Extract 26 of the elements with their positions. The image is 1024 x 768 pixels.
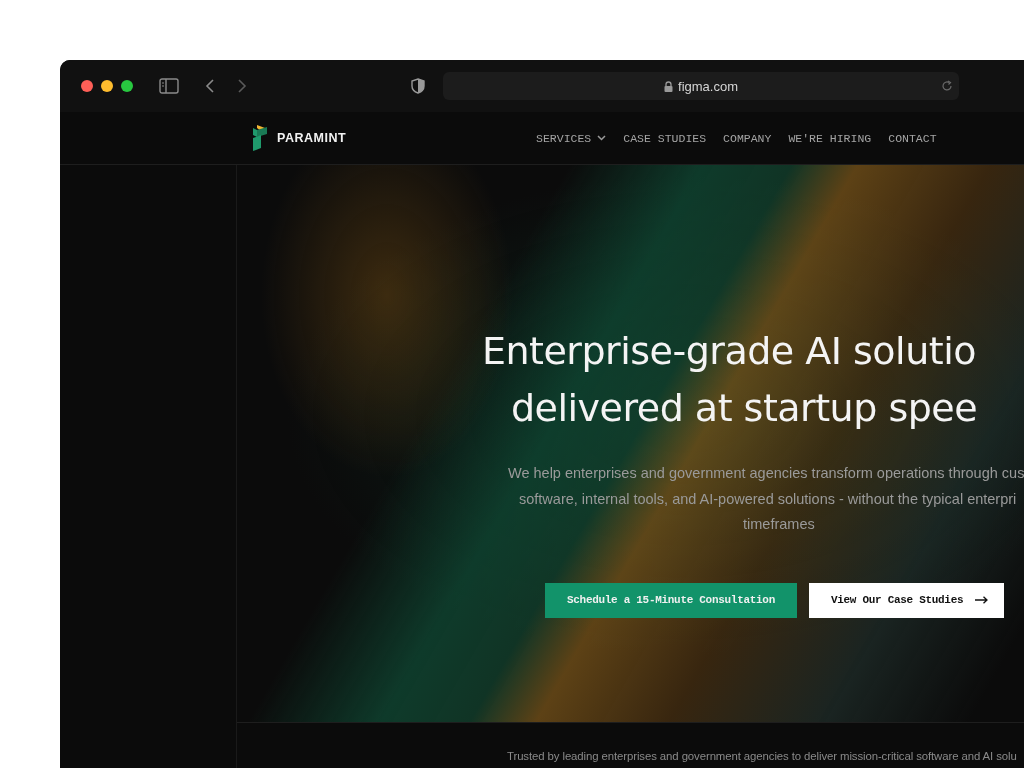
hero-subtitle-line: timeframes	[743, 515, 816, 534]
case-studies-button[interactable]: View Our Case Studies	[808, 582, 1005, 618]
nav-link[interactable]: SERVICES	[536, 131, 607, 145]
hero-subtitle-line: software, internal tools, and AI-powered solutions - without the typical enterpri	[519, 489, 1018, 509]
forward-icon[interactable]	[237, 78, 247, 94]
back-icon[interactable]	[205, 78, 215, 94]
shield-icon[interactable]	[411, 78, 425, 94]
lock-icon	[664, 80, 673, 92]
nav-link[interactable]: WE'RE HIRING	[788, 131, 872, 145]
sidebar-icon[interactable]	[159, 78, 179, 94]
nav-link[interactable]: COMPANY	[723, 131, 772, 145]
hero-heading-line: delivered at startup spee	[511, 385, 979, 432]
nav-link[interactable]: CASE STUDIES	[623, 131, 707, 145]
logo-icon	[253, 125, 269, 151]
hero-subtitle-line: We help enterprises and government agencies transform operations through cus	[508, 464, 1024, 483]
address-bar[interactable]: figma.com	[443, 72, 959, 100]
hero-heading-line: Enterprise-grade AI solutio	[482, 328, 977, 375]
close-window-button[interactable]	[81, 80, 93, 92]
nav-link[interactable]: CONTACT	[888, 131, 937, 145]
brand-name: PARAMINT	[277, 131, 347, 145]
zoom-window-button[interactable]	[121, 80, 133, 92]
url-text: figma.com	[678, 78, 738, 94]
trusted-text: Trusted by leading enterprises and government agencies to deliver mission-critical software and AI solu	[507, 750, 1017, 762]
reload-icon[interactable]	[941, 80, 953, 92]
arrow-right-icon	[975, 596, 989, 604]
minimize-window-button[interactable]	[101, 80, 113, 92]
